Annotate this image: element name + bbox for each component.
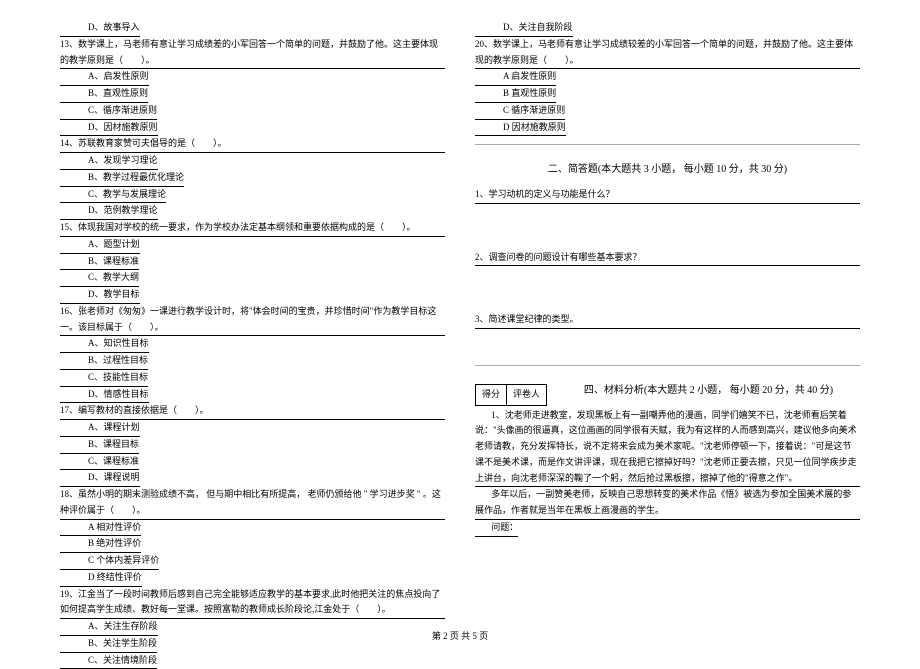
q18-options: A 相对性评价 B 绝对性评价 C 个体内差异评价 D 终结性评价	[60, 520, 445, 587]
section-2-title: 二、简答题(本大题共 3 小题， 每小题 10 分，共 30 分)	[475, 155, 860, 179]
q15-stem: 15、体现我国对学校的统一要求，作为学校办法定基本纲领和重要依据构成的是（ ）。	[60, 220, 445, 237]
score-label: 得分	[476, 385, 507, 405]
q16-d: D、情感性目标	[60, 387, 149, 404]
q18-a: A 相对性评价	[60, 520, 141, 537]
q19-stem: 19、江金当了一段时间教师后感到自己完全能够适应教学的基本要求,此时他把关注的焦…	[60, 587, 445, 620]
q14-a: A、发现学习理论	[60, 153, 158, 170]
q17-stem: 17、编写教材的直接依据是（ ）。	[60, 403, 445, 420]
q20-stem: 20、数学课上，马老师有意让学习成绩较差的小军回答一个简单的问题，并鼓励了他。这…	[475, 37, 860, 70]
q20-b: B 直观性原则	[475, 86, 556, 103]
q18-d: D 终结性评价	[60, 570, 142, 587]
q20-c: C 循序渐进原则	[475, 103, 565, 120]
material-1-question: 问题：	[475, 520, 860, 537]
section-4-area: 得分 评卷人 四、材料分析(本大题共 2 小题， 每小题 20 分，共 40 分…	[475, 365, 860, 408]
q19-d: D、关注自我阶段	[475, 20, 573, 37]
q18-stem: 18、虽然小明的期末测验成绩不高， 但与期中相比有所提高， 老师仍颁给他 " 学…	[60, 487, 445, 520]
answer-space-3	[475, 329, 860, 357]
q14-stem: 14、苏联教育家赞可夫倡导的是（ ）。	[60, 136, 445, 153]
q19-c: C、关注情境阶段	[60, 653, 157, 669]
q16-stem: 16、张老师对《匆匆》一课进行教学设计时，将"体会时间的宝贵，并珍惜时间"作为教…	[60, 304, 445, 337]
grader-label: 评卷人	[507, 385, 546, 405]
q17-options: A、课程计划 B、课程目标 C、课程标准 D、课程说明	[60, 420, 445, 487]
material-1-p2: 多年以后，一副赞美老师，反映自己思想转变的美术作品《悟》被选为参加全国美术展的参…	[475, 487, 860, 520]
q17-d: D、课程说明	[60, 470, 140, 487]
answer-space-1	[475, 204, 860, 250]
q15-c: C、教学大纲	[60, 270, 139, 287]
q14-options: A、发现学习理论 B、教学过程最优化理论 C、教学与发展理论 D、范例教学理论	[60, 153, 445, 220]
q13-a: A、启发性原则	[60, 69, 149, 86]
q13-d: D、因材施教原则	[60, 120, 158, 137]
answer-space-2	[475, 266, 860, 312]
q20-a: A 启发性原则	[475, 69, 556, 86]
material-1-p1: 1、沈老师走进教室，发现黑板上有一副嘲弄他的漫画，同学们嬉笑不已，沈老师看后笑着…	[475, 408, 860, 488]
q17-b: B、课程目标	[60, 437, 139, 454]
q20-d: D 因材施教原则	[475, 120, 566, 137]
q13-c: C、循序渐进原则	[60, 103, 157, 120]
short-q3: 3、简述课堂纪律的类型。	[475, 312, 860, 329]
q17-a: A、课程计划	[60, 420, 140, 437]
q13-options: A、启发性原则 B、直观性原则 C、循序渐进原则 D、因材施教原则	[60, 69, 445, 136]
q17-c: C、课程标准	[60, 454, 139, 471]
q15-options: A、题型计划 B、课程标准 C、教学大纲 D、教学目标	[60, 237, 445, 304]
q16-c: C、技能性目标	[60, 370, 148, 387]
section-2-divider: 二、简答题(本大题共 3 小题， 每小题 10 分，共 30 分)	[475, 144, 860, 179]
section-4-title: 四、材料分析(本大题共 2 小题， 每小题 20 分，共 40 分)	[557, 376, 860, 400]
page-content: D、故事导入 13、数学课上，马老师有意让学习成绩差的小军回答一个简单的问题，并…	[60, 20, 860, 669]
q15-d: D、教学目标	[60, 287, 140, 304]
left-column: D、故事导入 13、数学课上，马老师有意让学习成绩差的小军回答一个简单的问题，并…	[60, 20, 445, 669]
q12-option-d: D、故事导入	[60, 20, 140, 37]
q14-c: C、教学与发展理论	[60, 187, 166, 204]
short-q1: 1、学习动机的定义与功能是什么？	[475, 187, 860, 204]
q20-options: A 启发性原则 B 直观性原则 C 循序渐进原则 D 因材施教原则	[475, 69, 860, 136]
q16-a: A、知识性目标	[60, 336, 149, 353]
short-q2: 2、调查问卷的问题设计有哪些基本要求？	[475, 250, 860, 267]
q13-b: B、直观性原则	[60, 86, 148, 103]
q16-b: B、过程性目标	[60, 353, 148, 370]
q19-options: A、关注生存阶段 B、关注学生阶段 C、关注情境阶段	[60, 619, 445, 669]
q16-options: A、知识性目标 B、过程性目标 C、技能性目标 D、情感性目标	[60, 336, 445, 403]
q14-d: D、范例教学理论	[60, 203, 158, 220]
q14-b: B、教学过程最优化理论	[60, 170, 184, 187]
page-footer: 第 2 页 共 5 页	[0, 629, 920, 642]
score-box: 得分 评卷人	[475, 384, 547, 406]
right-column: D、关注自我阶段 20、数学课上，马老师有意让学习成绩较差的小军回答一个简单的问…	[475, 20, 860, 669]
q13-stem: 13、数学课上，马老师有意让学习成绩差的小军回答一个简单的问题，并鼓励了他。这主…	[60, 37, 445, 70]
q18-b: B 绝对性评价	[60, 536, 141, 553]
q15-a: A、题型计划	[60, 237, 140, 254]
q15-b: B、课程标准	[60, 254, 139, 271]
q18-c: C 个体内差异评价	[60, 553, 159, 570]
